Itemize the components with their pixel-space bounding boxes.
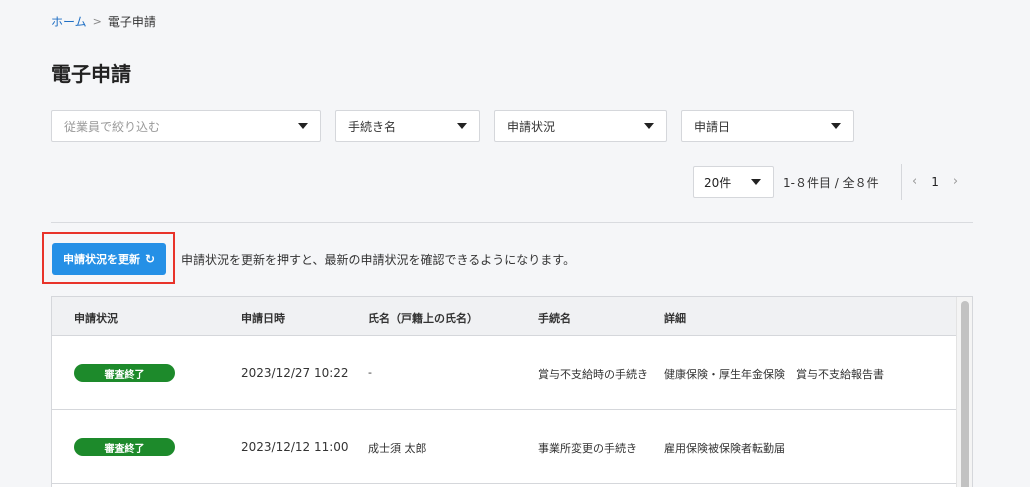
status-filter-label: 申請状況 bbox=[507, 119, 556, 134]
table-row[interactable]: 審査終了 2023/12/12 11:00 成士須 太郎 事業所変更の手続き 雇… bbox=[52, 410, 958, 484]
row-name: - bbox=[368, 366, 372, 379]
caret-down-icon bbox=[298, 123, 308, 129]
scrollbar-thumb[interactable] bbox=[961, 301, 969, 487]
pager: ‹ 1 › bbox=[912, 174, 958, 189]
result-range-text: 1-８件目 / 全８件 bbox=[783, 176, 879, 190]
header-detail: 詳細 bbox=[664, 312, 686, 325]
chevron-right-icon: > bbox=[92, 15, 102, 28]
per-page-select[interactable]: 20件 bbox=[693, 166, 774, 198]
refresh-status-button-label: 申請状況を更新 bbox=[62, 253, 140, 266]
row-detail: 健康保険・厚生年金保険 賞与不支給報告書 bbox=[664, 368, 884, 381]
row-datetime: 2023/12/12 11:00 bbox=[241, 440, 349, 454]
caret-down-icon bbox=[831, 123, 841, 129]
table-scrollbar[interactable] bbox=[956, 297, 972, 487]
refresh-status-button[interactable]: 申請状況を更新 ↻ bbox=[52, 243, 166, 275]
header-name: 氏名（戸籍上の氏名） bbox=[368, 312, 478, 325]
refresh-hint-text: 申請状況を更新を押すと、最新の申請状況を確認できるようになります。 bbox=[181, 253, 576, 267]
header-status: 申請状況 bbox=[74, 312, 118, 325]
status-badge: 審査終了 bbox=[74, 438, 175, 456]
status-filter-select[interactable]: 申請状況 bbox=[494, 110, 667, 142]
table-row[interactable]: 審査終了 2023/12/27 10:22 - 賞与不支給時の手続き 健康保険・… bbox=[52, 336, 958, 410]
row-datetime: 2023/12/27 10:22 bbox=[241, 366, 349, 380]
caret-down-icon bbox=[457, 123, 467, 129]
per-page-value: 20件 bbox=[704, 175, 732, 190]
chevron-left-icon[interactable]: ‹ bbox=[912, 174, 917, 189]
row-procedure: 賞与不支給時の手続き bbox=[538, 368, 648, 381]
refresh-icon: ↻ bbox=[144, 252, 156, 266]
breadcrumb: ホーム > 電子申請 bbox=[51, 13, 156, 30]
row-detail: 雇用保険被保険者転勤届 bbox=[664, 442, 785, 455]
pager-divider bbox=[901, 164, 902, 200]
procedure-filter-select[interactable]: 手続き名 bbox=[335, 110, 480, 142]
row-name: 成士須 太郎 bbox=[368, 442, 427, 455]
table-header: 申請状況 申請日時 氏名（戸籍上の氏名） 手続名 詳細 bbox=[52, 297, 958, 336]
row-procedure: 事業所変更の手続き bbox=[538, 442, 637, 455]
applications-table: 申請状況 申請日時 氏名（戸籍上の氏名） 手続名 詳細 審査終了 2023/12… bbox=[51, 296, 973, 487]
procedure-filter-label: 手続き名 bbox=[348, 119, 397, 134]
date-filter-select[interactable]: 申請日 bbox=[681, 110, 854, 142]
header-procedure: 手続名 bbox=[538, 312, 571, 325]
caret-down-icon bbox=[751, 179, 761, 185]
page-title: 電子申請 bbox=[51, 62, 131, 86]
breadcrumb-home-link[interactable]: ホーム bbox=[51, 13, 87, 30]
chevron-right-icon[interactable]: › bbox=[953, 174, 958, 189]
divider bbox=[51, 222, 973, 223]
current-page-number[interactable]: 1 bbox=[931, 175, 939, 189]
date-filter-label: 申請日 bbox=[694, 119, 731, 134]
status-badge: 審査終了 bbox=[74, 364, 175, 382]
breadcrumb-current: 電子申請 bbox=[107, 15, 156, 29]
employee-filter-select[interactable]: 従業員で絞り込む bbox=[51, 110, 321, 142]
employee-filter-placeholder: 従業員で絞り込む bbox=[64, 119, 161, 134]
header-datetime: 申請日時 bbox=[241, 312, 285, 325]
caret-down-icon bbox=[644, 123, 654, 129]
